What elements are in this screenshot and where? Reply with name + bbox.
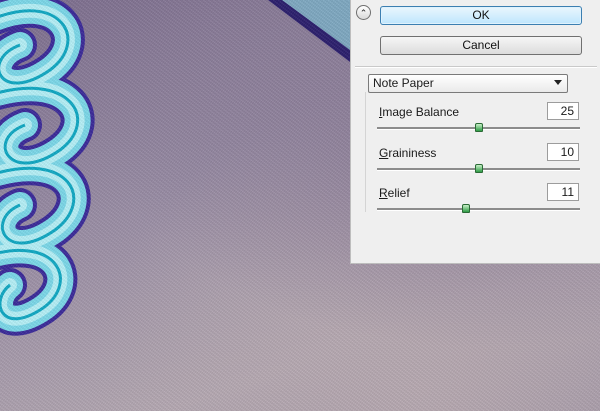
relief-slider[interactable] (377, 204, 580, 213)
cancel-button[interactable]: Cancel (380, 36, 582, 55)
chevron-down-icon (554, 80, 562, 85)
diagonal-band-shape (268, 0, 350, 62)
filter-select-value: Note Paper (373, 76, 434, 90)
divider (355, 66, 597, 68)
relief-label: Relief (379, 186, 410, 200)
image-balance-slider-thumb[interactable] (475, 123, 483, 132)
graininess-slider[interactable] (377, 164, 580, 173)
group-divider (365, 92, 366, 212)
image-balance-input[interactable]: 25 (547, 102, 579, 120)
image-balance-label: Image Balance (379, 105, 460, 119)
graininess-slider-thumb[interactable] (475, 164, 483, 173)
collapse-chevron-icon[interactable]: ⌃ (356, 5, 371, 20)
relief-slider-thumb[interactable] (462, 204, 470, 213)
image-balance-slider[interactable] (377, 123, 580, 132)
relief-input[interactable]: 11 (547, 183, 579, 201)
ok-button[interactable]: OK (380, 6, 582, 25)
graininess-input[interactable]: 10 (547, 143, 579, 161)
filter-options-panel: ⌃ OK Cancel Note Paper Image Balance 25 … (350, 0, 600, 264)
graininess-label: Graininess (379, 146, 437, 160)
loop-pattern-shape (0, 0, 95, 336)
filter-select[interactable]: Note Paper (368, 74, 568, 93)
